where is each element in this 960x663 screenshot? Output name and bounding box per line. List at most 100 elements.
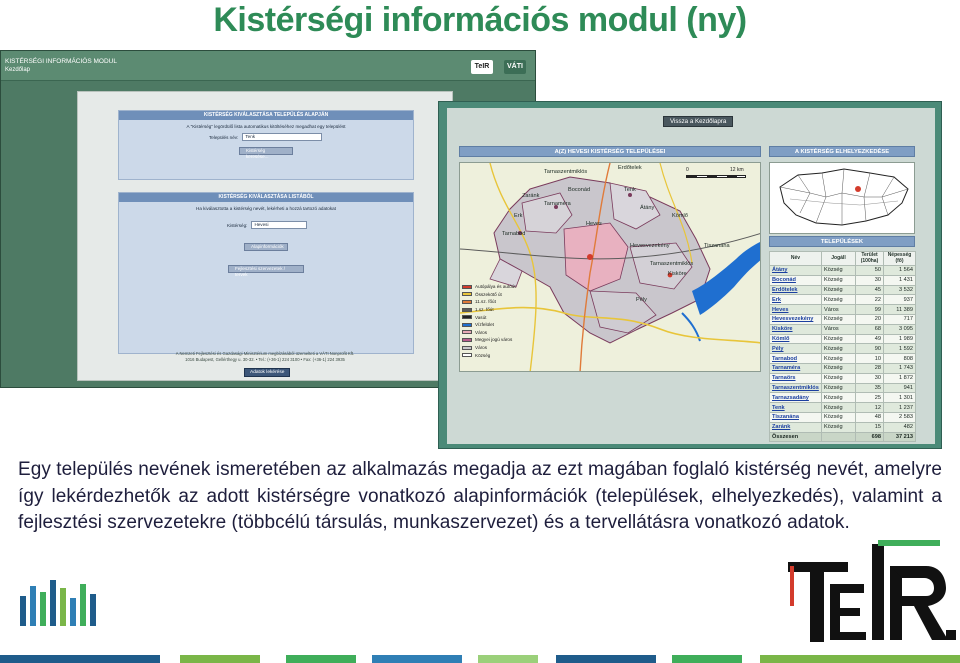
section-text: Ha kiválasztotta a kistérség nevét, leké…: [196, 206, 336, 211]
search-subregion-button[interactable]: Kistérség keresése...: [239, 147, 293, 159]
settlement-link[interactable]: Tiszanána: [769, 411, 822, 423]
legend-label: Vasút: [475, 314, 487, 320]
area-cell: 15: [855, 421, 884, 433]
legend-swatch: [462, 345, 472, 350]
settlement-link[interactable]: Pély: [769, 343, 822, 355]
bottom-color-strip: [0, 655, 960, 663]
status-cell: Város: [821, 323, 856, 335]
map-legend: Autópálya és autóút Összekötő út 11.sz. fő…: [462, 283, 536, 359]
settlement-link[interactable]: Boconád: [769, 274, 822, 286]
scale-end: 12 km: [730, 167, 744, 173]
area-cell: 20: [855, 313, 884, 325]
total-area: 698: [855, 431, 884, 443]
settlement-link[interactable]: Kömlő: [769, 333, 822, 345]
area-cell: 10: [855, 353, 884, 364]
legend-label: 11.sz. főút: [475, 299, 496, 305]
population-cell: 941: [883, 382, 916, 394]
footer-line-1: A Nemzeti Fejlesztési és Gazdasági Minis…: [175, 351, 355, 356]
map-header: A(Z) HEVESI KISTÉRSÉG TELEPÜLÉSEI: [459, 146, 761, 157]
settlement-label: Település név:: [209, 134, 239, 140]
population-cell: 1 301: [883, 392, 916, 404]
settlement-link[interactable]: Hevesvezekény: [769, 313, 822, 325]
status-cell: Község: [821, 265, 856, 276]
legend-swatch: [462, 353, 472, 358]
population-cell: 482: [883, 421, 916, 433]
settlement-link[interactable]: Kisköre: [769, 323, 822, 335]
settlement-link[interactable]: Átány: [769, 265, 822, 276]
dev-organizations-button[interactable]: Fejlesztési szervezetek / tervek: [228, 265, 304, 277]
population-cell: 3 095: [883, 323, 916, 335]
settlement-link[interactable]: Tenk: [769, 402, 822, 413]
settlement-link[interactable]: Tarnaméra: [769, 362, 822, 374]
get-data-button[interactable]: Adatok lekérése: [244, 368, 291, 377]
details-panel: Vissza a Kezdőlapra A(Z) HEVESI KISTÉRSÉ…: [447, 108, 935, 444]
map-label: Tarnaméra: [544, 201, 571, 207]
nfu-logo: [20, 580, 96, 626]
table-row: Erk Község 22 937: [769, 294, 916, 306]
slide-title: Kistérségi információs modul (ny): [213, 1, 747, 39]
population-cell: 3 532: [883, 284, 916, 296]
settlement-link[interactable]: Erdőtelek: [769, 284, 822, 296]
table-row: Tiszanána Község 48 2 583: [769, 411, 916, 423]
status-cell: Község: [821, 421, 856, 433]
description-paragraph: Egy település nevének ismeretében az alk…: [18, 459, 942, 533]
footer-line-2: 1016 Budapest, Gellérthegy u. 30-32. • T…: [185, 357, 345, 362]
subregion-label: Kistérség:: [227, 222, 248, 228]
map-label: Zaránk: [522, 193, 540, 199]
select-from-list-section: KISTÉRSÉG KIVÁLASZTÁSA LISTÁBÓL Ha kivál…: [118, 192, 414, 354]
location-header: A KISTÉRSÉG ELHELYEZKEDÉSE: [769, 146, 915, 157]
population-cell: 937: [883, 294, 916, 306]
settlement-link[interactable]: Zaránk: [769, 421, 822, 433]
scale-start: 0: [686, 167, 689, 173]
subregion-select[interactable]: Hevesi: [251, 221, 308, 229]
settlement-input[interactable]: Tenk: [242, 133, 323, 141]
legend-item: Város: [462, 329, 536, 337]
status-cell: Község: [821, 372, 856, 384]
column-header-population: Népesség (fő): [883, 251, 916, 266]
settlement-link[interactable]: Tarnaszentmiklós: [769, 382, 822, 394]
area-cell: 28: [855, 362, 884, 374]
status-cell: Község: [821, 343, 856, 355]
column-header-area: Terület (100ha): [855, 251, 884, 266]
population-cell: 2 583: [883, 411, 916, 423]
section-header: KISTÉRSÉG KIVÁLASZTÁSA LISTÁBÓL: [119, 193, 413, 202]
area-cell: 68: [855, 323, 884, 335]
status-cell: Község: [821, 353, 856, 364]
legend-label: Község: [475, 352, 491, 358]
subregion-map: 0 12 km Tarnaszentmiklós Erdőtelek Zarán…: [459, 162, 761, 372]
table-row: Boconád Község 30 1 431: [769, 274, 916, 286]
area-cell: 49: [855, 333, 884, 345]
area-cell: 30: [855, 274, 884, 286]
status-cell: Község: [821, 294, 856, 306]
table-row: Heves Város 99 11 389: [769, 304, 916, 315]
legend-item: Megyei jogú város: [462, 336, 536, 344]
population-cell: 1 743: [883, 362, 916, 374]
basic-info-button[interactable]: Alapinformációk: [244, 243, 288, 251]
settlements-table: Név Jogáll Terület (100ha) Népesség (fő)…: [769, 251, 916, 443]
table-row: Zaránk Község 15 482: [769, 421, 916, 433]
settlement-link[interactable]: Tarnaörs: [769, 372, 822, 384]
map-label: Tarnaszentmiklós: [650, 261, 694, 267]
population-cell: 717: [883, 313, 916, 325]
status-cell: Község: [821, 382, 856, 394]
table-row: Tarnazsadány Község 25 1 301: [769, 392, 916, 404]
column-header-name: Név: [769, 251, 822, 266]
area-cell: 25: [855, 392, 884, 404]
vati-logo: VÁTI: [504, 60, 526, 74]
table-row: Kisköre Város 68 3 095: [769, 323, 916, 335]
settlement-link[interactable]: Erk: [769, 294, 822, 306]
legend-swatch: [462, 292, 472, 297]
legend-label: Város: [475, 329, 488, 335]
map-label: Hevesvezekény: [630, 243, 670, 249]
settlement-link[interactable]: Heves: [769, 304, 822, 315]
settlement-link[interactable]: Tarnazsadány: [769, 392, 822, 404]
legend-swatch: [462, 322, 472, 327]
legend-label: Város: [475, 345, 488, 351]
population-cell: 1 872: [883, 372, 916, 384]
legend-swatch: [462, 330, 472, 335]
settlement-link[interactable]: Tarnabod: [769, 353, 822, 364]
legend-item: Autópálya és autóút: [462, 283, 536, 291]
legend-label: Összekötő út: [475, 291, 502, 297]
back-to-home-button[interactable]: Vissza a Kezdőlapra: [663, 116, 734, 127]
column-header-status: Jogáll: [821, 251, 856, 266]
